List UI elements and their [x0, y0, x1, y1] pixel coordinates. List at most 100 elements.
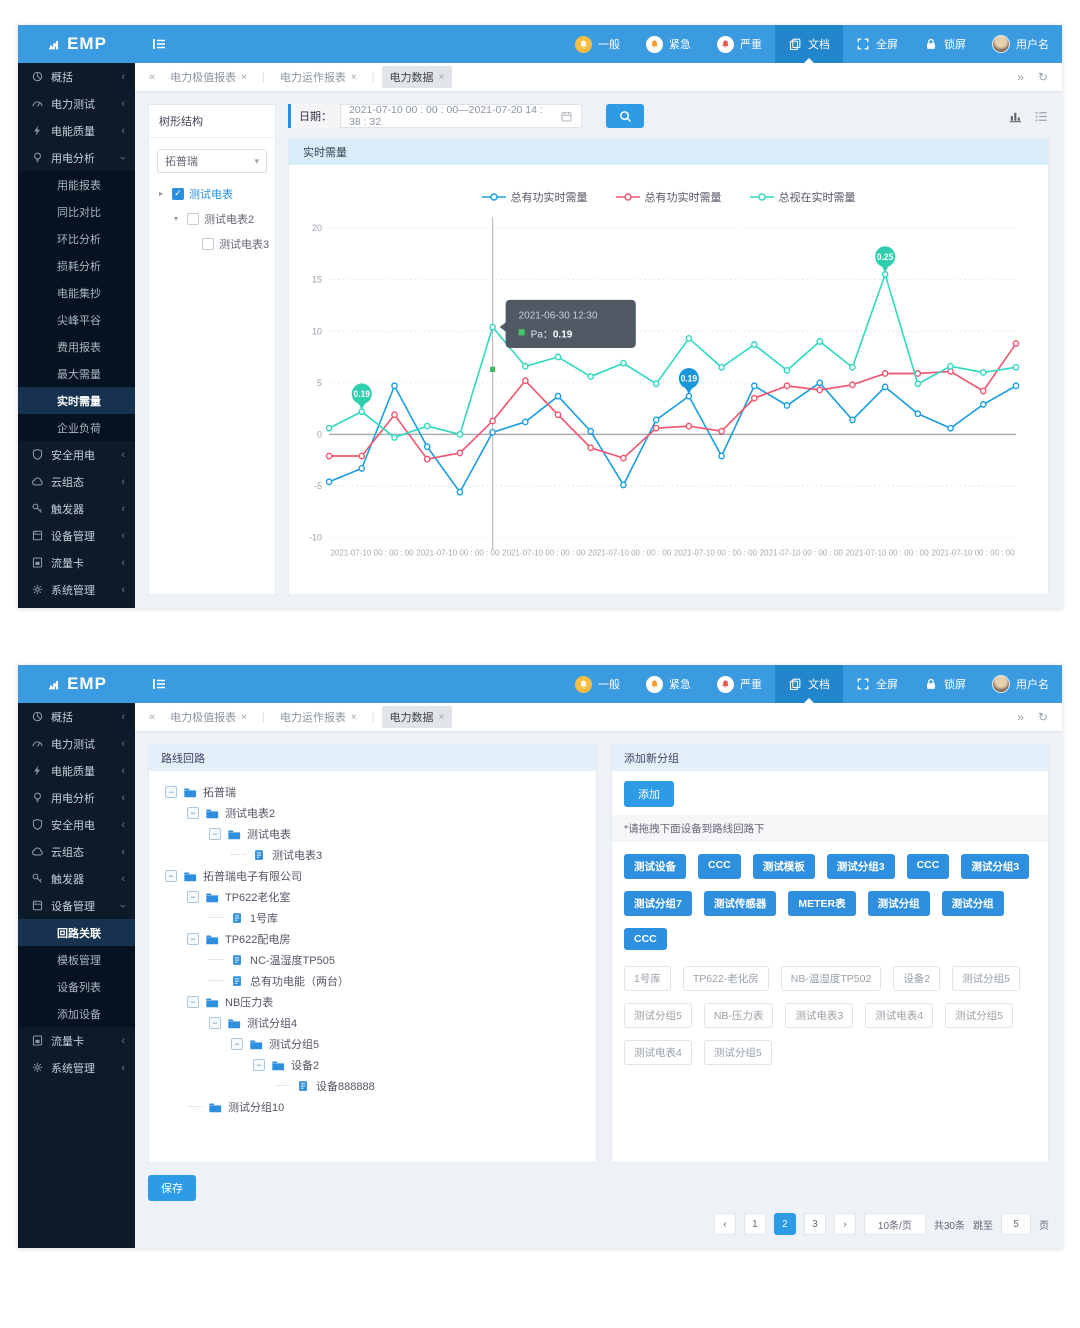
circuit-tree-node[interactable]: −拓普瑞电子有限公司: [161, 865, 584, 886]
group-tag[interactable]: 测试传感器: [704, 891, 777, 916]
sidebar-subitem[interactable]: 添加设备: [18, 1000, 135, 1027]
collapse-tabs-icon[interactable]: «: [149, 711, 155, 723]
collapse-icon[interactable]: −: [209, 828, 221, 840]
circuit-tree-node[interactable]: −测试分组5: [161, 1033, 584, 1054]
collapse-icon[interactable]: −: [253, 1059, 265, 1071]
sidebar-subitem[interactable]: 模板管理: [18, 946, 135, 973]
sidebar-subitem[interactable]: 设备列表: [18, 973, 135, 1000]
header-item-alert-urgent[interactable]: 紧急: [633, 665, 704, 703]
sidebar-subitem[interactable]: 损耗分析: [18, 252, 135, 279]
expand-arrow-icon[interactable]: ▾: [174, 214, 182, 223]
group-tag[interactable]: 测试模板: [753, 854, 815, 879]
group-tag[interactable]: CCC: [907, 854, 950, 879]
page-button-1[interactable]: 1: [744, 1213, 766, 1235]
sidebar-item-sim[interactable]: 流量卡‹: [18, 1027, 135, 1054]
sidebar-item-trigger[interactable]: 触发器‹: [18, 865, 135, 892]
page-button-2[interactable]: 2: [774, 1213, 796, 1235]
header-item-username[interactable]: 用户名: [979, 25, 1062, 63]
tab-0[interactable]: 电力极值报表×: [162, 66, 255, 88]
sidebar-item-sim[interactable]: 流量卡‹: [18, 549, 135, 576]
sidebar-item-shield[interactable]: 安全用电‹: [18, 811, 135, 838]
close-icon[interactable]: ×: [351, 72, 357, 83]
device-tag[interactable]: 测试电表4: [624, 1040, 692, 1065]
chart-view-icon[interactable]: [1008, 109, 1023, 124]
device-tag[interactable]: 测试分组5: [624, 1003, 692, 1028]
collapse-icon[interactable]: −: [187, 996, 199, 1008]
header-item-docs[interactable]: 文档: [775, 25, 843, 63]
sidebar-subitem[interactable]: 费用报表: [18, 333, 135, 360]
tab-1[interactable]: 电力运作报表×: [272, 706, 365, 728]
header-item-alert-critical[interactable]: 严重: [704, 25, 775, 63]
group-tag[interactable]: 测试分组3: [961, 854, 1029, 879]
sidebar-subitem[interactable]: 用能报表: [18, 171, 135, 198]
tab-2[interactable]: 电力数据×: [382, 706, 453, 728]
sidebar-item-shield[interactable]: 安全用电‹: [18, 441, 135, 468]
sidebar-subitem[interactable]: 回路关联: [18, 919, 135, 946]
header-item-alert-critical[interactable]: 严重: [704, 665, 775, 703]
collapse-icon[interactable]: −: [187, 807, 199, 819]
sidebar-subitem[interactable]: 最大需量: [18, 360, 135, 387]
close-icon[interactable]: ×: [439, 72, 445, 83]
checkbox[interactable]: [202, 238, 214, 250]
sidebar-item-overview[interactable]: 概括‹: [18, 703, 135, 730]
collapse-icon[interactable]: −: [165, 870, 177, 882]
collapse-icon[interactable]: −: [187, 891, 199, 903]
tree-node[interactable]: 测试电表3: [149, 231, 275, 256]
device-tag[interactable]: NB-温湿度TP502: [781, 966, 882, 991]
sidebar-item-cloud[interactable]: 云组态‹: [18, 468, 135, 495]
sidebar-item-gear[interactable]: 系统管理‹: [18, 576, 135, 603]
group-tag[interactable]: METER表: [788, 891, 855, 916]
header-item-fullscreen[interactable]: 全屏: [843, 665, 911, 703]
legend-item[interactable]: 总有功实时需量: [616, 189, 722, 205]
close-icon[interactable]: ×: [241, 712, 247, 723]
circuit-tree-node[interactable]: −设备2: [161, 1054, 584, 1075]
circuit-tree-node[interactable]: −测试分组4: [161, 1012, 584, 1033]
sidebar-subitem[interactable]: 同比对比: [18, 198, 135, 225]
checkbox[interactable]: ✓: [172, 188, 184, 200]
expand-tabs-icon[interactable]: »: [1017, 710, 1024, 724]
device-tag[interactable]: NB-压力表: [704, 1003, 774, 1028]
device-tag[interactable]: 测试电表3: [785, 1003, 853, 1028]
sidebar-item-cloud[interactable]: 云组态‹: [18, 838, 135, 865]
group-tag[interactable]: 测试分组7: [624, 891, 692, 916]
collapse-icon[interactable]: −: [231, 1038, 243, 1050]
sidebar-subitem[interactable]: 尖峰平谷: [18, 306, 135, 333]
collapse-icon[interactable]: −: [165, 786, 177, 798]
collapse-tabs-icon[interactable]: «: [149, 71, 155, 83]
circuit-tree-node[interactable]: 测试电表3: [161, 844, 584, 865]
sidebar-subitem[interactable]: 环比分析: [18, 225, 135, 252]
expand-arrow-icon[interactable]: ▸: [159, 189, 167, 198]
group-tag[interactable]: CCC: [624, 928, 667, 950]
tree-dropdown[interactable]: 拓普瑞 ▾: [157, 149, 267, 173]
close-icon[interactable]: ×: [351, 712, 357, 723]
device-tag[interactable]: 设备2: [893, 966, 940, 991]
circuit-tree-node[interactable]: 设备888888: [161, 1075, 584, 1096]
jump-page-input[interactable]: 5: [1001, 1213, 1031, 1235]
refresh-icon[interactable]: ↻: [1038, 70, 1048, 84]
per-page-select[interactable]: 10条/页: [864, 1213, 926, 1235]
add-button[interactable]: 添加: [624, 781, 674, 807]
page-button-3[interactable]: 3: [804, 1213, 826, 1235]
sidebar-item-quality[interactable]: 电能质量‹: [18, 117, 135, 144]
device-tag[interactable]: 测试分组5: [952, 966, 1020, 991]
prev-page-button[interactable]: ‹: [714, 1213, 736, 1235]
sidebar-subitem[interactable]: 企业负荷: [18, 414, 135, 441]
group-tag[interactable]: 测试分组: [868, 891, 930, 916]
close-icon[interactable]: ×: [241, 72, 247, 83]
collapse-icon[interactable]: −: [187, 933, 199, 945]
group-tag[interactable]: 测试分组: [942, 891, 1004, 916]
tab-1[interactable]: 电力运作报表×: [272, 66, 365, 88]
circuit-tree-node[interactable]: −测试电表: [161, 823, 584, 844]
circuit-tree-node[interactable]: −NB压力表: [161, 991, 584, 1012]
sidebar-item-gauge[interactable]: 电力测试‹: [18, 90, 135, 117]
sidebar-item-analysis[interactable]: 用电分析‹: [18, 144, 135, 171]
list-view-icon[interactable]: [1034, 109, 1049, 124]
tab-0[interactable]: 电力极值报表×: [162, 706, 255, 728]
circuit-tree-node[interactable]: 总有功电能（两台）: [161, 970, 584, 991]
save-button[interactable]: 保存: [148, 1175, 196, 1201]
checkbox[interactable]: [187, 213, 199, 225]
sidebar-subitem[interactable]: 实时需量: [18, 387, 135, 414]
tree-node[interactable]: ▾测试电表2: [149, 206, 275, 231]
header-item-fullscreen[interactable]: 全屏: [843, 25, 911, 63]
menu-fold-icon[interactable]: [135, 25, 177, 63]
